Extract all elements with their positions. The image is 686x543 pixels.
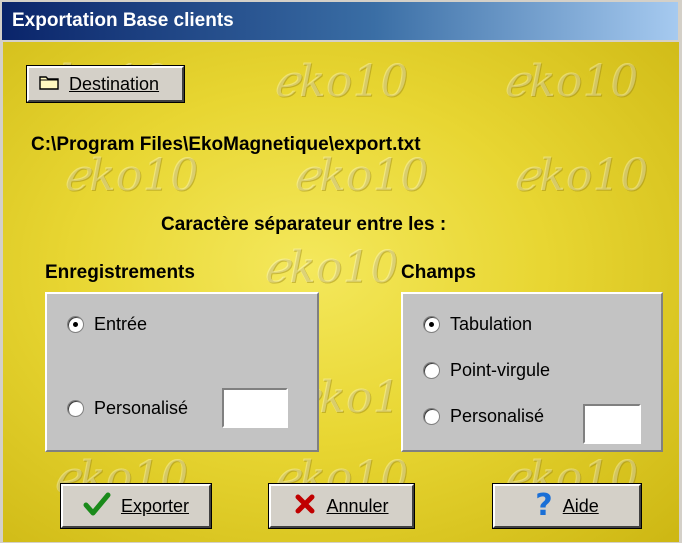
- records-custom-input[interactable]: [222, 388, 288, 428]
- records-group-label: Enregistrements: [45, 262, 195, 283]
- dialog-window: Exportation Base clients ℯko10 ℯko10 ℯko…: [0, 0, 682, 543]
- export-button-label: Exporter: [120, 495, 190, 516]
- cancel-button-label: Annuler: [326, 495, 389, 516]
- records-entree-label: Entrée: [94, 314, 148, 334]
- records-entree-radio[interactable]: [67, 316, 84, 333]
- destination-button[interactable]: Destination: [27, 66, 184, 102]
- dialog-client-area: ℯko10 ℯko10 ℯko10 ℯko10 ℯko10 ℯko10 ℯko1…: [3, 42, 679, 542]
- export-button[interactable]: Exporter: [61, 484, 211, 528]
- help-button[interactable]: ? Aide: [493, 484, 641, 528]
- fields-semicolon-label: Point-virgule: [450, 360, 551, 380]
- folder-icon: [39, 74, 59, 95]
- records-option-entree[interactable]: Entrée: [67, 314, 147, 335]
- fields-custom-label: Personalisé: [450, 406, 545, 426]
- question-mark-icon: ?: [535, 488, 553, 523]
- checkmark-icon: [83, 492, 111, 521]
- records-option-custom[interactable]: Personalisé: [67, 398, 188, 419]
- fields-option-semicolon[interactable]: Point-virgule: [423, 360, 550, 381]
- separator-heading: Caractère séparateur entre les :: [161, 214, 447, 235]
- fields-group-label: Champs: [401, 262, 476, 283]
- records-custom-radio[interactable]: [67, 400, 84, 417]
- fields-option-tabulation[interactable]: Tabulation: [423, 314, 532, 335]
- cross-icon: [294, 493, 316, 520]
- fields-tabulation-label: Tabulation: [450, 314, 533, 334]
- cancel-button[interactable]: Annuler: [269, 484, 414, 528]
- window-title: Exportation Base clients: [12, 10, 234, 31]
- fields-group-panel: Tabulation Point-virgule Personalisé: [401, 292, 663, 452]
- fields-semicolon-radio[interactable]: [423, 362, 440, 379]
- help-button-label: Aide: [562, 495, 599, 516]
- fields-tabulation-radio[interactable]: [423, 316, 440, 333]
- fields-custom-radio[interactable]: [423, 408, 440, 425]
- fields-custom-input[interactable]: [583, 404, 641, 444]
- title-bar[interactable]: Exportation Base clients: [2, 2, 678, 40]
- records-group-panel: Entrée Personalisé: [45, 292, 319, 452]
- destination-path: C:\Program Files\EkoMagnetique\export.tx…: [31, 134, 421, 155]
- records-custom-label: Personalisé: [94, 398, 189, 418]
- fields-option-custom[interactable]: Personalisé: [423, 406, 544, 427]
- destination-button-label: Destination: [69, 73, 160, 94]
